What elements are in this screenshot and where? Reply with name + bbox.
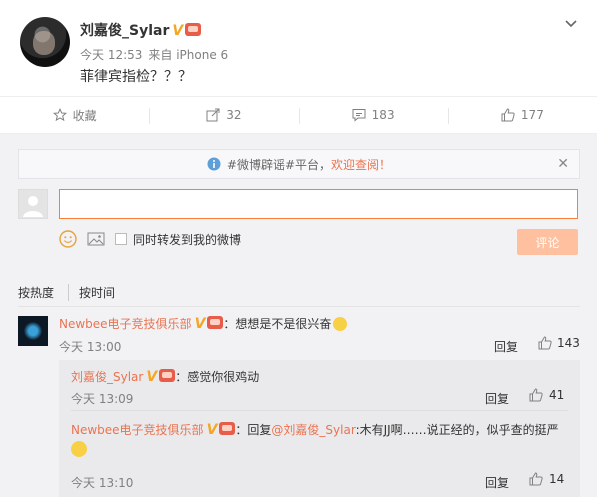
rumor-notice: #微博辟谣#平台， 欢迎查阅！ ✕ (18, 149, 580, 179)
thumbs-up-icon (529, 388, 543, 402)
reply-like-count: 14 (549, 472, 565, 486)
reply-author[interactable]: Newbee电子竞技俱乐部 (71, 423, 204, 437)
verified-badge-icon: V (194, 316, 206, 332)
reply-like-count: 41 (549, 388, 565, 402)
member-crown-icon (219, 422, 236, 435)
commenter-avatar[interactable] (18, 316, 48, 346)
excited-emoji-icon (333, 317, 348, 331)
chevron-down-icon[interactable] (563, 16, 579, 32)
mention-link[interactable]: @刘嘉俊_Sylar (271, 423, 355, 437)
like-count: 177 (520, 108, 544, 122)
reply-like-button[interactable]: 14 (529, 472, 564, 486)
comment-submit-button[interactable]: 评论 (517, 229, 578, 255)
reply-button[interactable]: 回复 (485, 474, 509, 491)
reply-item: 刘嘉俊_Sylar V ：感觉你很鸡动 今天 13:09 回复 41 (59, 360, 580, 410)
comments-panel: #微博辟谣#平台， 欢迎查阅！ ✕ 同时转发到我的微博 评论 按热度 按时间 Ne… (0, 134, 597, 497)
close-icon[interactable]: ✕ (557, 156, 569, 172)
sort-tabs: 按热度 按时间 (18, 284, 115, 301)
comment-line: Newbee电子竞技俱乐部 V ：想想是不是很兴奋 (59, 315, 348, 332)
composer-tools: 同时转发到我的微博 (59, 229, 241, 249)
comment-like-count: 143 (557, 336, 580, 350)
member-crown-icon (207, 316, 224, 329)
info-icon (207, 157, 221, 171)
thumbs-up-icon (501, 108, 515, 122)
comment-like-button[interactable]: 143 (538, 336, 580, 350)
comment-button[interactable]: 183 (298, 97, 448, 133)
comment-count: 183 (371, 108, 395, 122)
commenter-name[interactable]: Newbee电子竞技俱乐部 (59, 317, 192, 331)
verified-badge-icon: V (146, 369, 158, 385)
comment-text: ：想想是不是很兴奋 (223, 317, 332, 331)
image-icon[interactable] (87, 231, 105, 247)
reply-author[interactable]: 刘嘉俊_Sylar (71, 370, 143, 384)
reply-button[interactable]: 回复 (494, 338, 518, 355)
weibo-post: 刘嘉俊_Sylar V 今天 12:53 来自 iPhone 6 菲律宾指检？？？ (0, 0, 597, 96)
member-crown-icon (185, 23, 202, 36)
star-icon (52, 108, 67, 122)
reply-text: :木有JJ啊……说正经的，似乎查的挺严 (355, 423, 559, 437)
favorite-button[interactable]: 收藏 (0, 97, 149, 133)
post-meta: 今天 12:53 来自 iPhone 6 (80, 46, 228, 63)
repost-count: 32 (226, 108, 242, 122)
tab-sort-time[interactable]: 按时间 (68, 284, 115, 301)
favorite-label: 收藏 (72, 108, 97, 123)
like-button[interactable]: 177 (447, 97, 597, 133)
reply-prefix: ：回复 (235, 423, 272, 437)
reply-time: 今天 13:09 (71, 392, 134, 406)
post-content: 菲律宾指检？？？ (80, 69, 192, 85)
thumbs-up-icon (538, 336, 552, 350)
comment-input[interactable] (59, 189, 578, 219)
post-source: 来自 iPhone 6 (148, 48, 229, 62)
verified-badge-icon: V (172, 23, 184, 39)
post-action-bar: 收藏 32 183 177 (0, 96, 597, 134)
verified-badge-icon: V (206, 422, 218, 438)
notice-link[interactable]: 欢迎查阅！ (331, 156, 391, 173)
smile-emoji-icon (71, 441, 87, 457)
author-avatar[interactable] (20, 17, 70, 67)
repost-button[interactable]: 32 (149, 97, 298, 133)
user-placeholder-icon (23, 196, 43, 217)
sync-label[interactable]: 同时转发到我的微博 (133, 231, 241, 248)
reply-line: 刘嘉俊_Sylar V ：感觉你很鸡动 (71, 368, 259, 385)
member-crown-icon (159, 369, 176, 382)
comment-time: 今天 13:00 (59, 340, 122, 354)
post-author[interactable]: 刘嘉俊_Sylar V (80, 20, 202, 40)
divider (18, 306, 580, 307)
repost-icon (206, 108, 220, 122)
reply-line: Newbee电子竞技俱乐部 V ：回复@刘嘉俊_Sylar:木有JJ啊……说正经的，… (71, 420, 571, 460)
my-avatar (18, 189, 48, 219)
comment-icon (352, 109, 366, 122)
reply-time: 今天 13:10 (71, 476, 134, 490)
thumbs-up-icon (529, 472, 543, 486)
tab-sort-hot[interactable]: 按热度 (18, 284, 54, 301)
sync-checkbox[interactable] (115, 233, 127, 245)
emoji-icon[interactable] (59, 230, 77, 248)
reply-button[interactable]: 回复 (485, 390, 509, 407)
reply-text: ：感觉你很鸡动 (175, 370, 260, 384)
author-name[interactable]: 刘嘉俊_Sylar (80, 23, 169, 39)
reply-like-button[interactable]: 41 (529, 388, 564, 402)
reply-item: Newbee电子竞技俱乐部 V ：回复@刘嘉俊_Sylar:木有JJ啊……说正经的，… (59, 410, 580, 497)
notice-text[interactable]: #微博辟谣#平台， (227, 156, 331, 173)
reply-thread: 刘嘉俊_Sylar V ：感觉你很鸡动 今天 13:09 回复 41 Newbee电… (59, 360, 580, 497)
post-time[interactable]: 今天 12:53 (80, 48, 142, 62)
